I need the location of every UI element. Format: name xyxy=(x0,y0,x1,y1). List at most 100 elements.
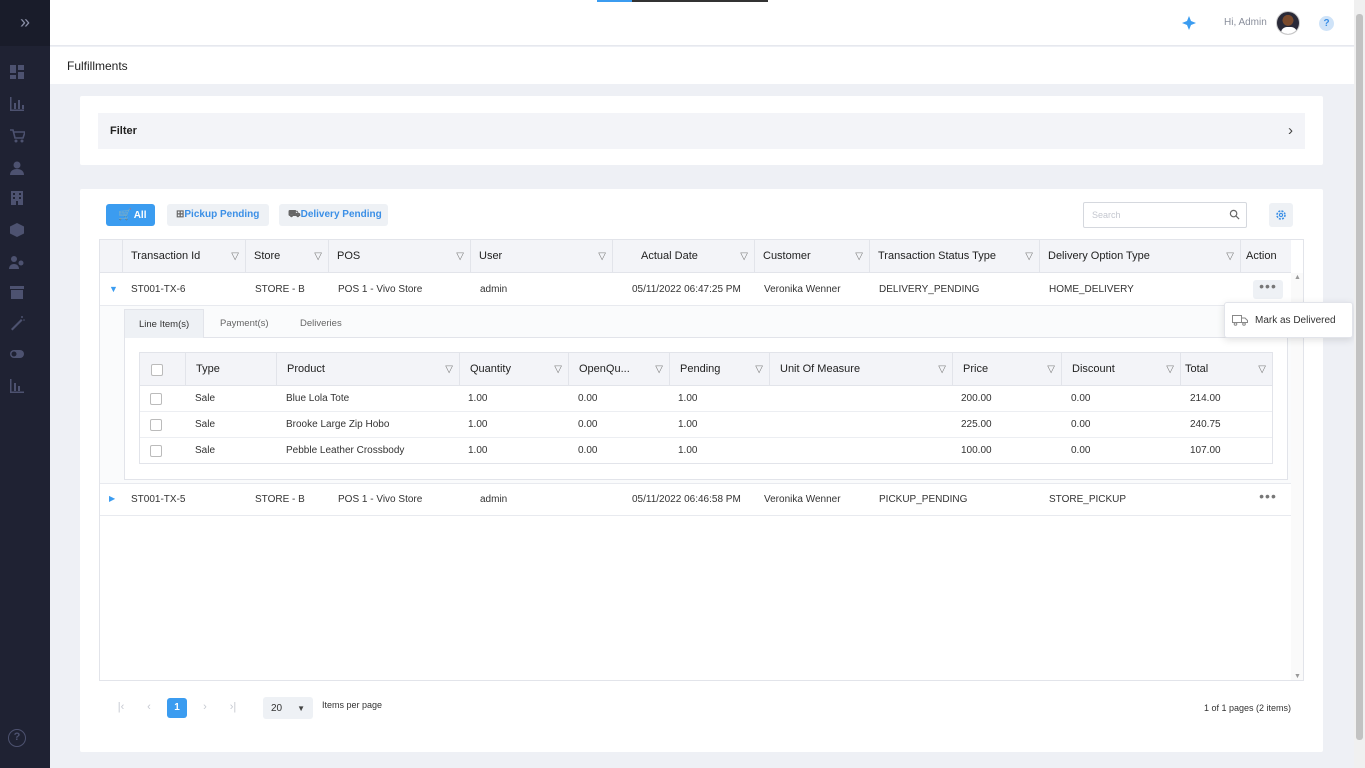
header-discount[interactable]: Discount ▽ xyxy=(1062,353,1181,386)
pickup-label: Pickup Pending xyxy=(184,209,260,220)
page-header: Fulfillments xyxy=(50,47,1354,84)
pickup-pending-button[interactable]: ⊞Pickup Pending xyxy=(167,204,269,226)
row-checkbox[interactable] xyxy=(150,445,162,457)
help-icon[interactable]: ? xyxy=(1319,16,1334,31)
header-customer[interactable]: Customer ▽ xyxy=(755,240,870,273)
filter-icon[interactable]: ▽ xyxy=(554,353,562,386)
avatar[interactable] xyxy=(1276,11,1300,35)
line-item-row[interactable]: Sale Brooke Large Zip Hobo 1.00 0.00 1.0… xyxy=(140,412,1272,438)
magic-icon[interactable] xyxy=(9,315,25,331)
delivery-pending-button[interactable]: ⛟Delivery Pending xyxy=(279,204,388,226)
filter-icon[interactable]: ▽ xyxy=(855,240,863,273)
building-icon[interactable] xyxy=(9,190,25,205)
store-icon[interactable] xyxy=(9,284,25,299)
user-icon[interactable] xyxy=(9,160,25,175)
last-page-button[interactable]: ›| xyxy=(223,697,243,717)
item-type: Sale xyxy=(195,445,216,456)
cart-icon[interactable] xyxy=(9,128,27,143)
header-label: Transaction Status Type xyxy=(878,250,997,262)
header-open-quantity[interactable]: OpenQu... ▽ xyxy=(569,353,670,386)
page-size-select[interactable]: 20 ▼ xyxy=(263,697,313,719)
dashboard-icon[interactable] xyxy=(9,64,25,79)
more-actions-icon[interactable]: ••• xyxy=(1253,489,1283,509)
filter-toggle[interactable]: Filter › xyxy=(98,113,1305,149)
page-info: 1 of 1 pages (2 items) xyxy=(1203,703,1291,713)
more-actions-icon[interactable]: ••• xyxy=(1253,279,1283,299)
filter-icon[interactable]: ▽ xyxy=(598,240,606,273)
scroll-up-icon[interactable]: ▲ xyxy=(1294,274,1301,281)
filter-icon[interactable]: ▽ xyxy=(456,240,464,273)
all-filter-button[interactable]: 🛒 All xyxy=(106,204,155,226)
item-price: 200.00 xyxy=(961,393,992,404)
filter-icon[interactable]: ▽ xyxy=(938,353,946,386)
tab-payments[interactable]: Payment(s) xyxy=(206,309,283,338)
tab-deliveries[interactable]: Deliveries xyxy=(286,309,356,338)
box-icon[interactable] xyxy=(9,222,25,237)
header-product[interactable]: Product ▽ xyxy=(277,353,460,386)
filter-icon[interactable]: ▽ xyxy=(1258,353,1266,386)
chart-icon[interactable] xyxy=(9,96,25,111)
filter-icon[interactable]: ▽ xyxy=(231,240,239,273)
collapse-icon[interactable]: ▼ xyxy=(109,284,118,294)
header-quantity[interactable]: Quantity ▽ xyxy=(460,353,569,386)
header-unit-of-measure[interactable]: Unit Of Measure ▽ xyxy=(770,353,953,386)
header-label: Action xyxy=(1246,250,1277,262)
item-type: Sale xyxy=(195,393,216,404)
header-delivery-type[interactable]: Delivery Option Type ▽ xyxy=(1040,240,1241,273)
search-icon[interactable] xyxy=(1229,209,1240,220)
table-row[interactable]: ▼ ST001-TX-6 STORE - B POS 1 - Vivo Stor… xyxy=(100,273,1291,306)
loading-progress xyxy=(597,0,768,2)
header-price[interactable]: Price ▽ xyxy=(953,353,1062,386)
line-items-header: Type Product ▽ Quantity ▽ OpenQu... ▽ Pendi… xyxy=(140,353,1272,386)
header-label: Total xyxy=(1185,363,1209,375)
filter-icon[interactable]: ▽ xyxy=(740,240,748,273)
filter-icon[interactable]: ▽ xyxy=(1025,240,1033,273)
people-icon[interactable] xyxy=(9,254,25,269)
help-icon[interactable]: ? xyxy=(8,729,26,747)
page-title: Fulfillments xyxy=(67,59,128,73)
filter-icon[interactable]: ▽ xyxy=(1047,353,1055,386)
header-pending[interactable]: Pending ▽ xyxy=(670,353,770,386)
toggle-icon[interactable] xyxy=(9,346,25,360)
header-total[interactable]: Total ▽ xyxy=(1181,353,1272,386)
line-items-panel: Type Product ▽ Quantity ▽ OpenQu... ▽ Pendi… xyxy=(124,338,1288,480)
page-scrollbar[interactable] xyxy=(1354,0,1365,768)
sparkle-icon[interactable] xyxy=(1182,16,1196,30)
mark-as-delivered-item[interactable]: Mark as Delivered xyxy=(1255,315,1336,326)
filter-icon[interactable]: ▽ xyxy=(445,353,453,386)
settings-button[interactable] xyxy=(1269,203,1293,227)
prev-page-button[interactable]: ‹ xyxy=(139,697,159,717)
select-all-checkbox[interactable] xyxy=(151,364,163,376)
expand-icon[interactable]: ▶ xyxy=(109,494,115,503)
filter-icon[interactable]: ▽ xyxy=(655,353,663,386)
item-price: 225.00 xyxy=(961,419,992,430)
search-input[interactable]: Search xyxy=(1083,202,1247,228)
pos: POS 1 - Vivo Store xyxy=(338,284,423,295)
header-status-type[interactable]: Transaction Status Type ▽ xyxy=(870,240,1040,273)
first-page-button[interactable]: |‹ xyxy=(111,697,131,717)
header-actual-date[interactable]: Actual Date ▽ xyxy=(613,240,755,273)
sidebar-expand-icon[interactable]: » xyxy=(0,0,50,46)
filter-icon[interactable]: ▽ xyxy=(1166,353,1174,386)
filter-icon[interactable]: ▽ xyxy=(314,240,322,273)
header-transaction-id[interactable]: Transaction Id ▽ xyxy=(123,240,246,273)
filter-icon[interactable]: ▽ xyxy=(755,353,763,386)
item-quantity: 1.00 xyxy=(468,393,488,404)
header-type[interactable]: Type xyxy=(186,353,277,386)
filter-icon[interactable]: ▽ xyxy=(1226,240,1234,273)
header-user[interactable]: User ▽ xyxy=(471,240,613,273)
row-checkbox[interactable] xyxy=(150,419,162,431)
header-store[interactable]: Store ▽ xyxy=(246,240,329,273)
table-row[interactable]: ▶ ST001-TX-5 STORE - B POS 1 - Vivo Stor… xyxy=(100,483,1291,516)
page-1-button[interactable]: 1 xyxy=(167,698,187,718)
line-item-row[interactable]: Sale Pebble Leather Crossbody 1.00 0.00 … xyxy=(140,438,1272,464)
row-checkbox[interactable] xyxy=(150,393,162,405)
transaction-id: ST001-TX-5 xyxy=(131,494,186,505)
page-scrollbar-thumb[interactable] xyxy=(1356,14,1363,740)
line-item-row[interactable]: Sale Blue Lola Tote 1.00 0.00 1.00 200.0… xyxy=(140,386,1272,412)
tab-line-items[interactable]: Line Item(s) xyxy=(124,309,205,338)
header-pos[interactable]: POS ▽ xyxy=(329,240,471,273)
next-page-button[interactable]: › xyxy=(195,697,215,717)
report-icon[interactable] xyxy=(9,378,25,393)
scroll-down-icon[interactable]: ▼ xyxy=(1294,673,1301,680)
